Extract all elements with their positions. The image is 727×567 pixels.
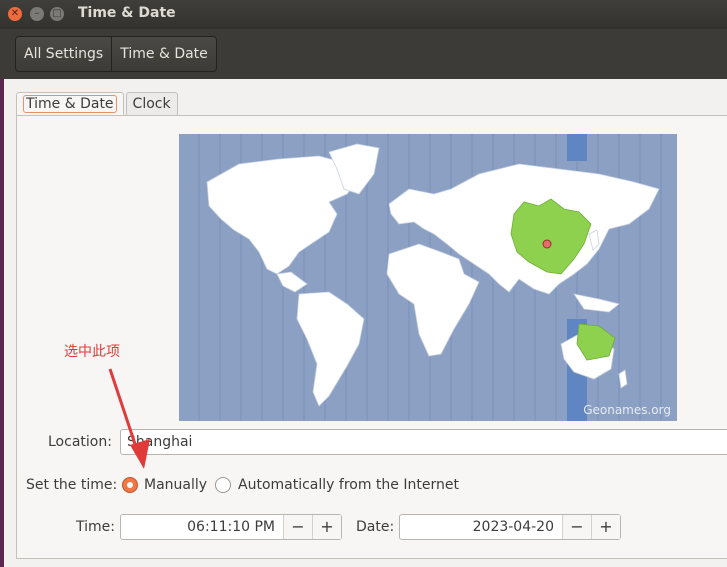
settings-content: Time & Date Clock Geonames.org Location:… — [0, 79, 727, 567]
time-increment-button[interactable]: + — [312, 515, 341, 539]
tab-bar: Time & Date Clock — [16, 92, 180, 117]
set-time-label: Set the time: — [26, 477, 118, 493]
map-credit: Geonames.org — [583, 403, 671, 417]
window-title: Time & Date — [78, 5, 176, 21]
tab-clock[interactable]: Clock — [125, 92, 178, 116]
manually-label[interactable]: Manually — [144, 477, 207, 493]
timezone-band-top — [567, 134, 587, 161]
date-value[interactable]: 2023-04-20 — [400, 515, 562, 539]
location-input[interactable] — [121, 430, 727, 454]
timezone-map[interactable]: Geonames.org — [179, 134, 677, 421]
annotation-text: 选中此项 — [64, 344, 120, 360]
all-settings-button[interactable]: All Settings — [16, 37, 111, 71]
date-label: Date: — [356, 519, 395, 535]
close-icon[interactable]: ✕ — [8, 7, 22, 21]
location-input-box[interactable] — [120, 429, 727, 455]
maximize-icon[interactable]: □ — [50, 7, 64, 21]
window-titlebar: ✕ – □ Time & Date — [0, 0, 727, 29]
date-decrement-button[interactable]: − — [562, 515, 591, 539]
location-pin-icon — [542, 239, 552, 249]
desktop-edge — [0, 79, 4, 567]
world-map-graphic — [198, 134, 662, 421]
toolbar: All Settings Time & Date — [0, 29, 727, 79]
time-date-crumb[interactable]: Time & Date — [111, 37, 216, 71]
manually-radio[interactable] — [122, 477, 138, 493]
automatic-label[interactable]: Automatically from the Internet — [238, 477, 459, 493]
time-decrement-button[interactable]: − — [283, 515, 312, 539]
annotation-arrow-icon — [108, 368, 150, 469]
time-label: Time: — [76, 519, 115, 535]
tab-time-date[interactable]: Time & Date — [16, 92, 124, 117]
breadcrumb: All Settings Time & Date — [15, 36, 217, 72]
date-spinner[interactable]: 2023-04-20 − + — [399, 514, 621, 540]
date-increment-button[interactable]: + — [591, 515, 620, 539]
time-spinner[interactable]: 06:11:10 PM − + — [120, 514, 342, 540]
time-value[interactable]: 06:11:10 PM — [121, 515, 283, 539]
automatic-radio[interactable] — [215, 477, 231, 493]
minimize-icon[interactable]: – — [30, 7, 44, 21]
